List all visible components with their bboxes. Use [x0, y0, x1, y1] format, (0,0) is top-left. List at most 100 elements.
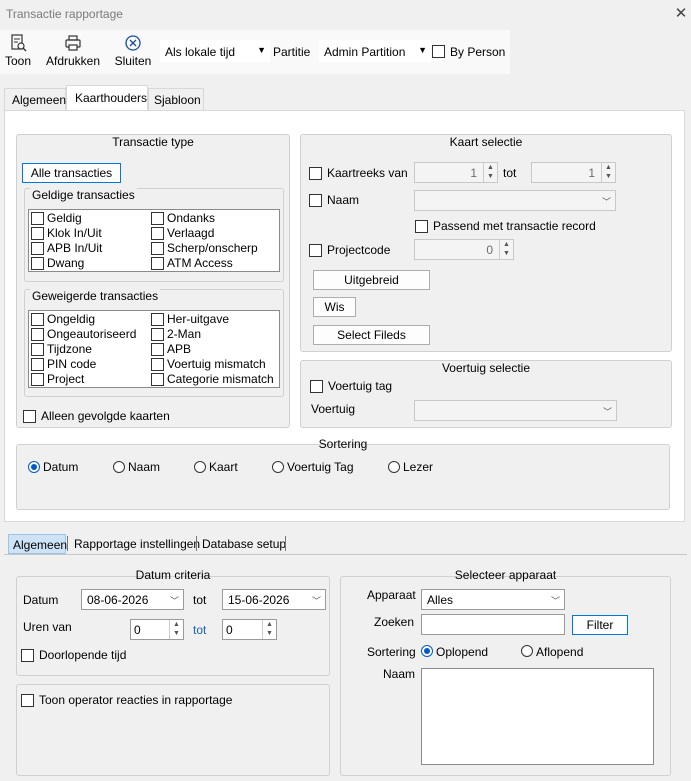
match-record-checkbox[interactable]: [415, 220, 428, 233]
spinner-icon[interactable]: ▲ ▼: [499, 240, 513, 259]
match-record-label: Passend met transactie record: [433, 219, 596, 233]
tracked-only-checkbox[interactable]: [23, 410, 36, 423]
close-circle-icon: [125, 35, 141, 51]
filter-label: Filter: [586, 618, 614, 632]
checkbox-voertuig-mismatch[interactable]: [151, 358, 164, 371]
tab-algemeen-top[interactable]: Algemeen: [4, 88, 66, 110]
date-label: Datum: [23, 593, 59, 607]
checkbox-scherp[interactable]: [151, 242, 164, 255]
partition-select[interactable]: Admin Partition ▼: [319, 40, 431, 62]
hours-to-input[interactable]: 0 ▲ ▼: [222, 619, 277, 640]
sort-lezer-radio[interactable]: [388, 461, 400, 473]
name-checkbox[interactable]: [309, 194, 322, 207]
operator-reactions-label: Toon operator reacties in rapportage: [39, 693, 233, 707]
select-fields-button[interactable]: Select Fileds: [313, 325, 430, 345]
spinner-icon[interactable]: ▲ ▼: [169, 620, 183, 639]
tab-label: Algemeen: [13, 538, 68, 552]
checkbox-ondanks[interactable]: [151, 212, 164, 225]
tab-label: Kaarthouders: [75, 91, 148, 105]
checkbox-apb[interactable]: [151, 343, 164, 356]
operator-reactions-checkbox[interactable]: [21, 694, 34, 707]
label-klok: Klok In/Uit: [47, 226, 102, 240]
checkbox-heruitgave[interactable]: [151, 313, 164, 326]
checkbox-verlaagd[interactable]: [151, 227, 164, 240]
tab-algemeen-bottom[interactable]: Algemeen: [8, 534, 68, 554]
device-select[interactable]: Alles ﹀: [421, 589, 565, 610]
all-transactions-button[interactable]: Alle transacties: [22, 163, 121, 183]
date-to-picker[interactable]: 15-06-2026 ﹀: [222, 589, 326, 610]
device-sort-label: Sortering: [367, 645, 416, 659]
select-fields-label: Select Fileds: [337, 328, 406, 342]
vehicle-tag-checkbox[interactable]: [310, 380, 323, 393]
checkbox-tijdzone[interactable]: [31, 343, 44, 356]
card-range-from-input[interactable]: 1 ▲ ▼: [414, 162, 498, 183]
checkbox-ongeautoriseerd[interactable]: [31, 328, 44, 341]
close-label: Sluiten: [114, 54, 152, 68]
sort-datum-radio[interactable]: [28, 461, 40, 473]
close-button[interactable]: Sluiten: [113, 30, 153, 74]
sort-naam-radio[interactable]: [113, 461, 125, 473]
by-person-label: By Person: [450, 45, 506, 59]
filter-button[interactable]: Filter: [572, 615, 628, 635]
show-button[interactable]: Toon: [2, 30, 34, 74]
tab-sjabloon[interactable]: Sjabloon: [148, 88, 204, 110]
spinner-icon[interactable]: ▲ ▼: [483, 163, 497, 182]
label-atm: ATM Access: [167, 256, 233, 270]
tab-kaarthouders[interactable]: Kaarthouders: [66, 85, 148, 111]
clear-button[interactable]: Wis: [313, 297, 356, 317]
date-from-picker[interactable]: 08-06-2026 ﹀: [81, 589, 184, 610]
date-to-label: tot: [193, 593, 207, 607]
checkbox-geldig[interactable]: [31, 212, 44, 225]
spinner-icon[interactable]: ▲ ▼: [262, 620, 276, 639]
sort-ascending-radio[interactable]: [421, 645, 433, 657]
sorting-title: Sortering: [318, 437, 368, 451]
checkbox-pincode[interactable]: [31, 358, 44, 371]
checkbox-categorie-mismatch[interactable]: [151, 373, 164, 386]
checkbox-atm[interactable]: [151, 257, 164, 270]
spinner-icon[interactable]: ▲ ▼: [601, 163, 615, 182]
project-code-input[interactable]: 0 ▲ ▼: [414, 239, 514, 260]
tab-database-setup[interactable]: Database setup: [198, 534, 286, 554]
project-code-checkbox[interactable]: [309, 244, 322, 257]
device-label: Apparaat: [367, 588, 416, 602]
sort-ascending-label: Oplopend: [436, 645, 489, 659]
tab-label: Sjabloon: [154, 93, 201, 107]
checkbox-project[interactable]: [31, 373, 44, 386]
checkbox-2man[interactable]: [151, 328, 164, 341]
print-button[interactable]: Afdrukken: [43, 30, 103, 74]
sort-voertuig-tag-radio[interactable]: [272, 461, 284, 473]
extended-button[interactable]: Uitgebreid: [313, 270, 430, 290]
sort-descending-radio[interactable]: [521, 645, 533, 657]
sort-naam-label: Naam: [128, 460, 161, 474]
label-tijdzone: Tijdzone: [47, 342, 92, 356]
search-input[interactable]: [421, 614, 565, 635]
chevron-down-icon: ﹀: [602, 407, 612, 417]
sort-kaart-radio[interactable]: [194, 461, 206, 473]
vehicle-select[interactable]: ﹀: [414, 400, 617, 421]
chevron-down-icon[interactable]: ﹀: [170, 594, 179, 607]
checkbox-dwang[interactable]: [31, 257, 44, 270]
close-icon[interactable]: ✕: [673, 6, 689, 22]
card-range-checkbox[interactable]: [309, 167, 322, 180]
title-bar: Transactie rapportage ✕: [0, 0, 691, 28]
time-mode-select[interactable]: Als lokale tijd ▼: [160, 40, 270, 62]
card-range-to-value: 1: [588, 166, 595, 180]
label-voertuig-mismatch: Voertuig mismatch: [167, 357, 266, 371]
report-preview-icon: [11, 34, 27, 52]
chevron-down-icon[interactable]: ﹀: [551, 594, 560, 607]
hours-to-label: tot: [193, 623, 207, 637]
hours-from-input[interactable]: 0 ▲ ▼: [130, 619, 184, 640]
device-list[interactable]: [421, 668, 654, 765]
tab-rapportage-instellingen[interactable]: Rapportage instellingen: [70, 534, 200, 554]
checkbox-klok[interactable]: [31, 227, 44, 240]
chevron-down-icon: ▼: [418, 45, 427, 55]
chevron-down-icon[interactable]: ﹀: [312, 594, 321, 607]
hours-to-value: 0: [226, 623, 233, 637]
by-person-checkbox[interactable]: [432, 45, 445, 58]
continuous-time-checkbox[interactable]: [21, 649, 34, 662]
project-code-label: Projectcode: [327, 243, 391, 257]
checkbox-ongeldig[interactable]: [31, 313, 44, 326]
card-range-to-input[interactable]: 1 ▲ ▼: [531, 162, 616, 183]
name-select[interactable]: ﹀: [414, 190, 616, 211]
checkbox-apb-inuit[interactable]: [31, 242, 44, 255]
